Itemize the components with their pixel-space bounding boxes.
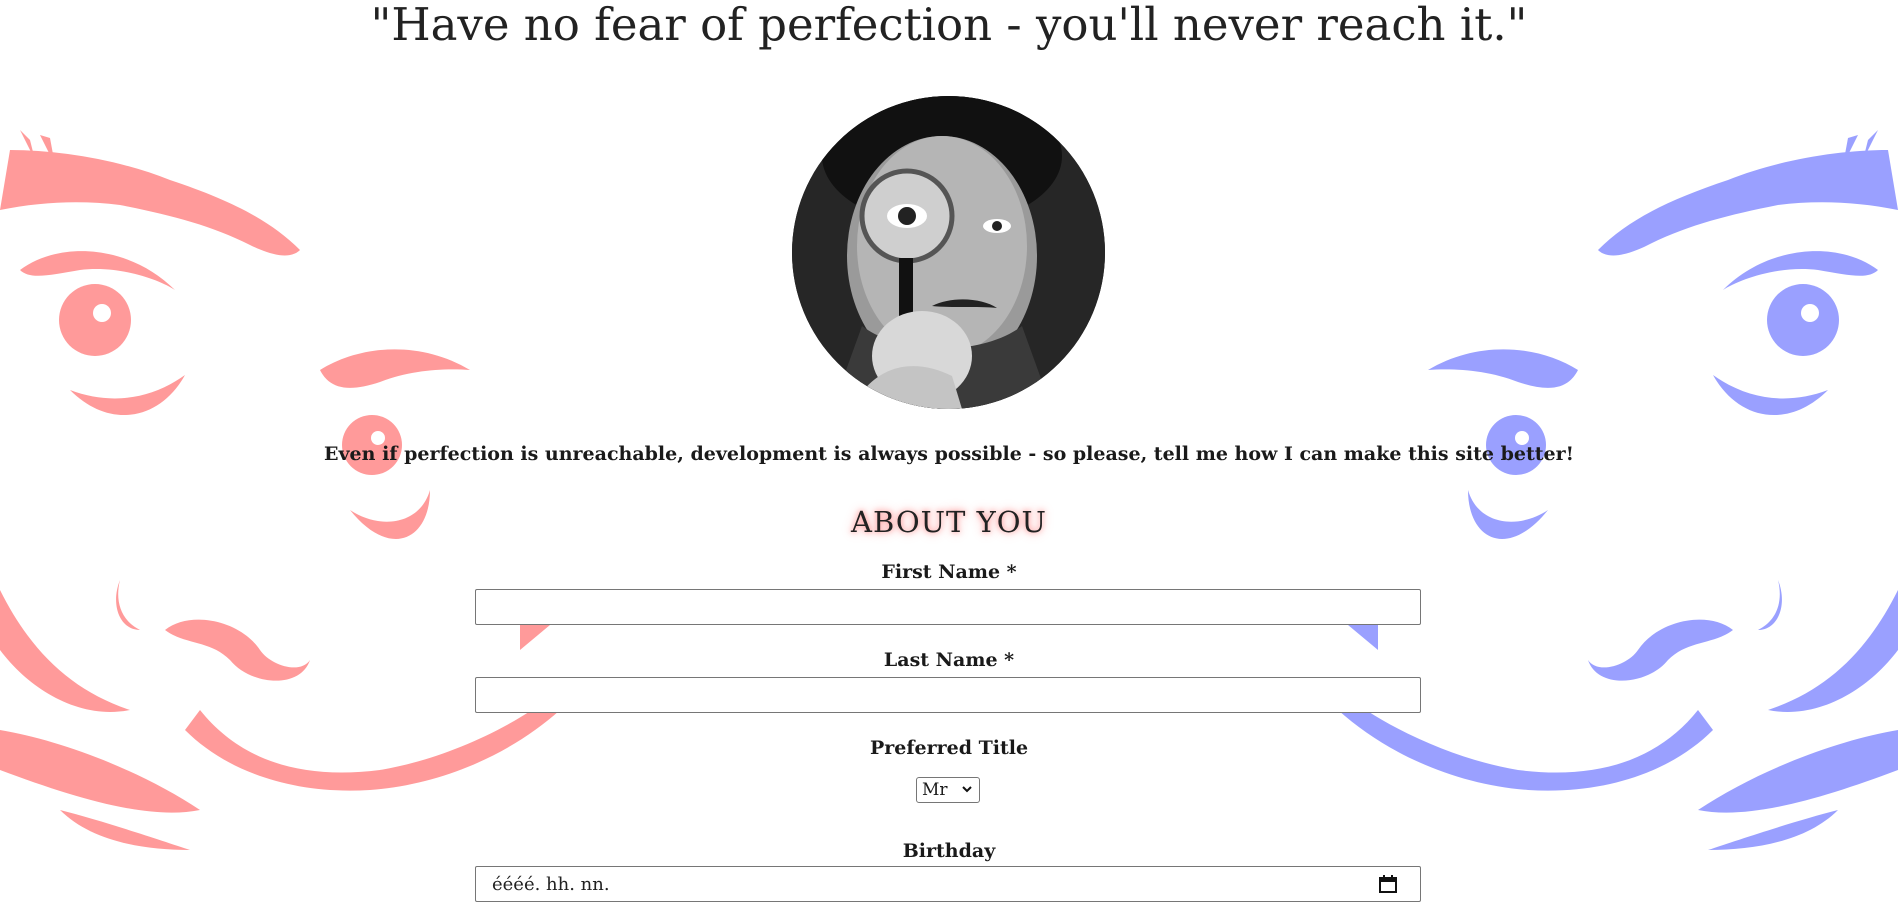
portrait-icon [792, 96, 1105, 409]
preferred-title-label: Preferred Title [869, 737, 1029, 759]
portrait-photo [792, 96, 1105, 409]
decorative-face-left [0, 130, 560, 850]
last-name-input[interactable] [475, 677, 1421, 713]
preferred-title-value: Mr [922, 780, 948, 800]
first-name-input[interactable] [475, 589, 1421, 625]
calendar-icon[interactable] [1378, 874, 1398, 894]
intro-text: Even if perfection is unreachable, devel… [324, 443, 1574, 465]
page-quote: "Have no fear of perfection - you'll nev… [370, 0, 1528, 51]
decorative-face-right [1338, 130, 1898, 850]
birthday-date-input[interactable]: éééé. hh. nn. [475, 866, 1421, 902]
section-title-about-you: ABOUT YOU [851, 505, 1047, 539]
first-name-label: First Name * [881, 561, 1017, 583]
preferred-title-select[interactable]: Mr [916, 777, 980, 803]
last-name-label: Last Name * [883, 649, 1015, 671]
birthday-label: Birthday [902, 840, 996, 862]
birthday-placeholder: éééé. hh. nn. [492, 873, 610, 895]
chevron-down-icon [962, 786, 972, 793]
